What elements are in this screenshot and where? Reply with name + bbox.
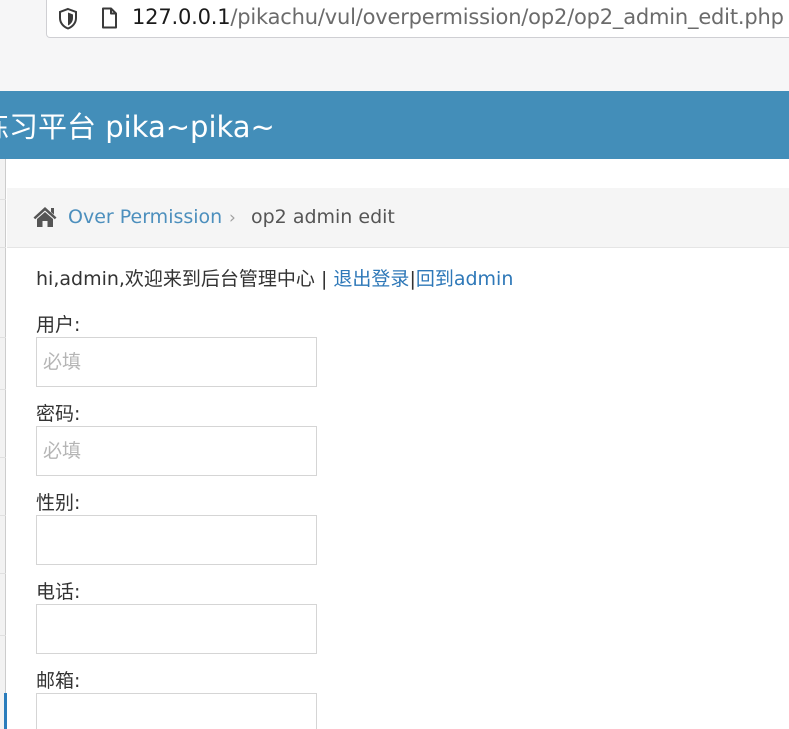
sidebar[interactable]: [0, 159, 6, 729]
email-label: 邮箱:: [36, 670, 81, 692]
sidebar-divider: [0, 457, 6, 458]
welcome-text: hi,admin,欢迎来到后台管理中心 |: [36, 268, 334, 290]
url-path: /pikachu/vul/overpermission/op2/op2_admi…: [230, 5, 784, 29]
sidebar-divider: [0, 635, 6, 636]
site-title: 练习平台 pika~pika~: [0, 110, 275, 144]
chevron-right-icon: ›: [229, 208, 236, 228]
password-input[interactable]: [36, 426, 317, 476]
sidebar-active-indicator: [4, 693, 7, 729]
sidebar-divider: [0, 247, 6, 248]
phone-input[interactable]: [36, 604, 317, 654]
site-header: 练习平台 pika~pika~: [0, 91, 789, 159]
sidebar-divider: [0, 515, 6, 516]
username-label: 用户:: [36, 314, 81, 336]
breadcrumb-current: op2 admin edit: [251, 206, 395, 228]
sidebar-divider: [0, 199, 6, 200]
email-input[interactable]: [36, 693, 317, 729]
welcome-line: hi,admin,欢迎来到后台管理中心 | 退出登录|回到admin: [36, 264, 513, 291]
home-icon[interactable]: [32, 205, 58, 229]
phone-label: 电话:: [36, 581, 81, 603]
gender-label: 性别:: [36, 492, 81, 514]
page-icon: [97, 6, 121, 30]
url-host: 127.0.0.1: [132, 5, 231, 29]
logout-link[interactable]: 退出登录: [333, 268, 409, 290]
breadcrumb: Over Permission › op2 admin edit: [7, 188, 789, 248]
sidebar-divider: [0, 389, 6, 390]
sidebar-divider: [0, 337, 6, 338]
back-to-admin-link[interactable]: 回到admin: [416, 268, 514, 290]
username-input[interactable]: [36, 337, 317, 387]
url-text[interactable]: 127.0.0.1/pikachu/vul/overpermission/op2…: [132, 5, 784, 29]
sidebar-divider: [0, 573, 6, 574]
password-label: 密码:: [36, 403, 81, 425]
gender-input[interactable]: [36, 515, 317, 565]
shield-icon[interactable]: [56, 7, 80, 31]
breadcrumb-link-over-permission[interactable]: Over Permission: [68, 206, 222, 228]
